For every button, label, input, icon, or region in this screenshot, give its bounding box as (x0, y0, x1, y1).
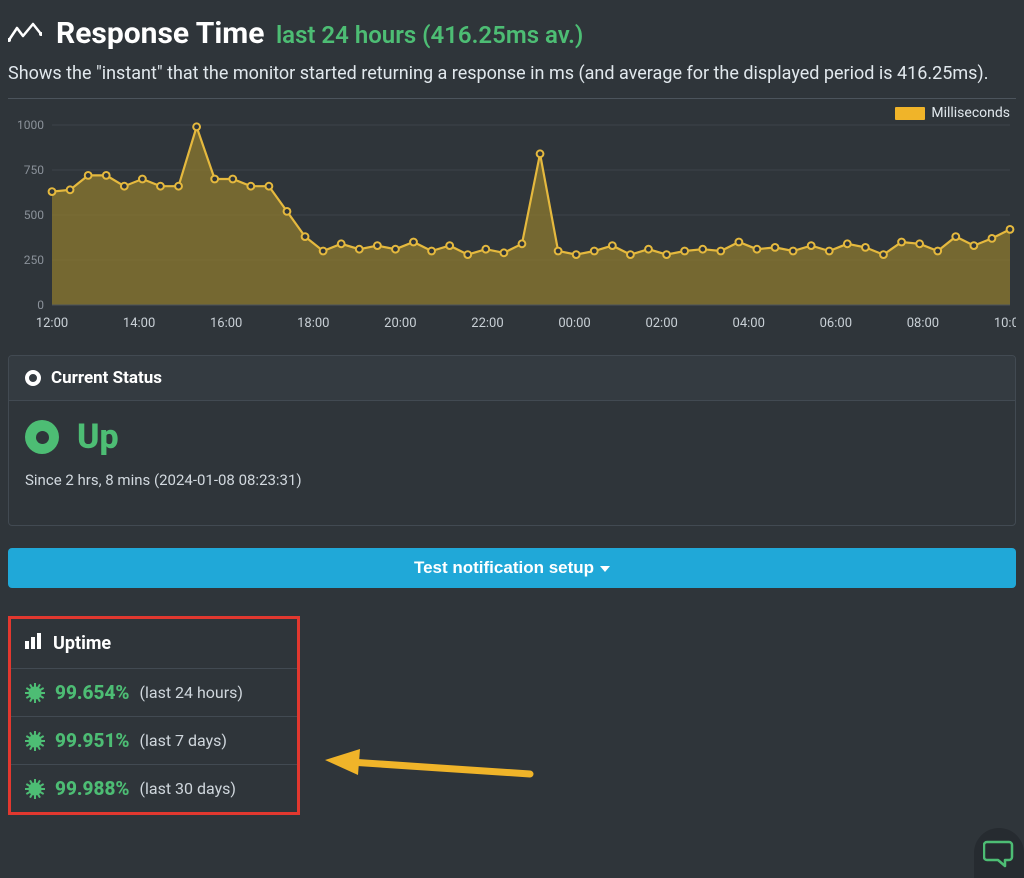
current-status-body: Up Since 2 hrs, 8 mins (2024-01-08 08:23… (9, 401, 1015, 525)
svg-text:04:00: 04:00 (733, 316, 765, 331)
uptime-pct: 99.654% (55, 681, 130, 704)
response-time-chart[interactable]: Milliseconds 0 250 500 750 1000 12:00 14:00 16:… (8, 105, 1016, 339)
svg-text:08:00: 08:00 (907, 316, 939, 331)
chat-fab[interactable] (974, 828, 1024, 878)
svg-text:06:00: 06:00 (820, 316, 852, 331)
uptime-row: 99.951% (last 7 days) (11, 717, 297, 765)
uptime-period: (last 24 hours) (140, 683, 244, 702)
current-status-header: Current Status (9, 356, 1015, 401)
svg-text:0: 0 (37, 298, 44, 312)
uptime-pct: 99.951% (55, 729, 130, 752)
svg-text:500: 500 (24, 208, 44, 222)
current-status-panel: Current Status Up Since 2 hrs, 8 mins (2… (8, 355, 1016, 526)
uptime-period: (last 7 days) (140, 731, 228, 750)
page-subtitle: last 24 hours (416.25ms av.) (276, 21, 583, 49)
page-title: Response Time last 24 hours (416.25ms av… (56, 16, 583, 51)
status-since: Since 2 hrs, 8 mins (2024-01-08 08:23:31… (25, 471, 999, 489)
uptime-period: (last 30 days) (140, 779, 237, 798)
legend-label: Milliseconds (931, 105, 1010, 121)
svg-text:250: 250 (24, 253, 44, 267)
chart-legend: Milliseconds (895, 105, 1010, 121)
uptime-panel: Uptime 99.654% (last 24 hours) 99.951% (las… (8, 616, 300, 815)
legend-swatch (895, 107, 925, 120)
uptime-header: Uptime (11, 619, 297, 669)
chart-line-icon (8, 22, 42, 46)
chevron-down-icon (600, 566, 610, 572)
page-description: Shows the "instant" that the monitor sta… (8, 63, 1016, 98)
svg-text:18:00: 18:00 (297, 316, 329, 331)
uptime-title: Uptime (53, 633, 111, 654)
since-timestamp: (2024-01-08 08:23:31) (150, 471, 301, 489)
uptime-row: 99.988% (last 30 days) (11, 765, 297, 812)
svg-text:20:00: 20:00 (384, 316, 416, 331)
current-status-title: Current Status (51, 368, 162, 388)
divider (8, 98, 1016, 99)
uptime-row: 99.654% (last 24 hours) (11, 669, 297, 717)
chat-icon (983, 838, 1015, 868)
certificate-seal-icon (25, 683, 45, 703)
svg-text:14:00: 14:00 (123, 316, 155, 331)
test-notification-label: Test notification setup (414, 558, 594, 578)
status-row: Up (25, 417, 999, 457)
status-up-icon (25, 420, 59, 454)
page-title-text: Response Time (56, 16, 264, 51)
since-prefix: Since (25, 471, 65, 489)
certificate-seal-icon (25, 779, 45, 799)
svg-text:750: 750 (24, 163, 44, 177)
svg-text:10:00: 10:00 (994, 316, 1016, 331)
certificate-seal-icon (25, 731, 45, 751)
page-header: Response Time last 24 hours (416.25ms av… (8, 8, 1016, 63)
svg-text:1000: 1000 (17, 118, 44, 132)
svg-text:02:00: 02:00 (645, 316, 677, 331)
uptime-pct: 99.988% (55, 777, 130, 800)
bar-chart-icon (25, 633, 43, 654)
status-bullet-icon (25, 370, 41, 386)
svg-text:12:00: 12:00 (36, 316, 68, 331)
since-duration: 2 hrs, 8 mins (65, 471, 150, 489)
test-notification-button[interactable]: Test notification setup (8, 548, 1016, 588)
status-state: Up (77, 417, 119, 457)
svg-text:00:00: 00:00 (558, 316, 590, 331)
svg-text:16:00: 16:00 (210, 316, 242, 331)
chart-svg: 0 250 500 750 1000 12:00 14:00 16:00 18:00 20:00 2… (8, 105, 1016, 339)
svg-text:22:00: 22:00 (471, 316, 503, 331)
annotation-arrow (320, 746, 540, 786)
